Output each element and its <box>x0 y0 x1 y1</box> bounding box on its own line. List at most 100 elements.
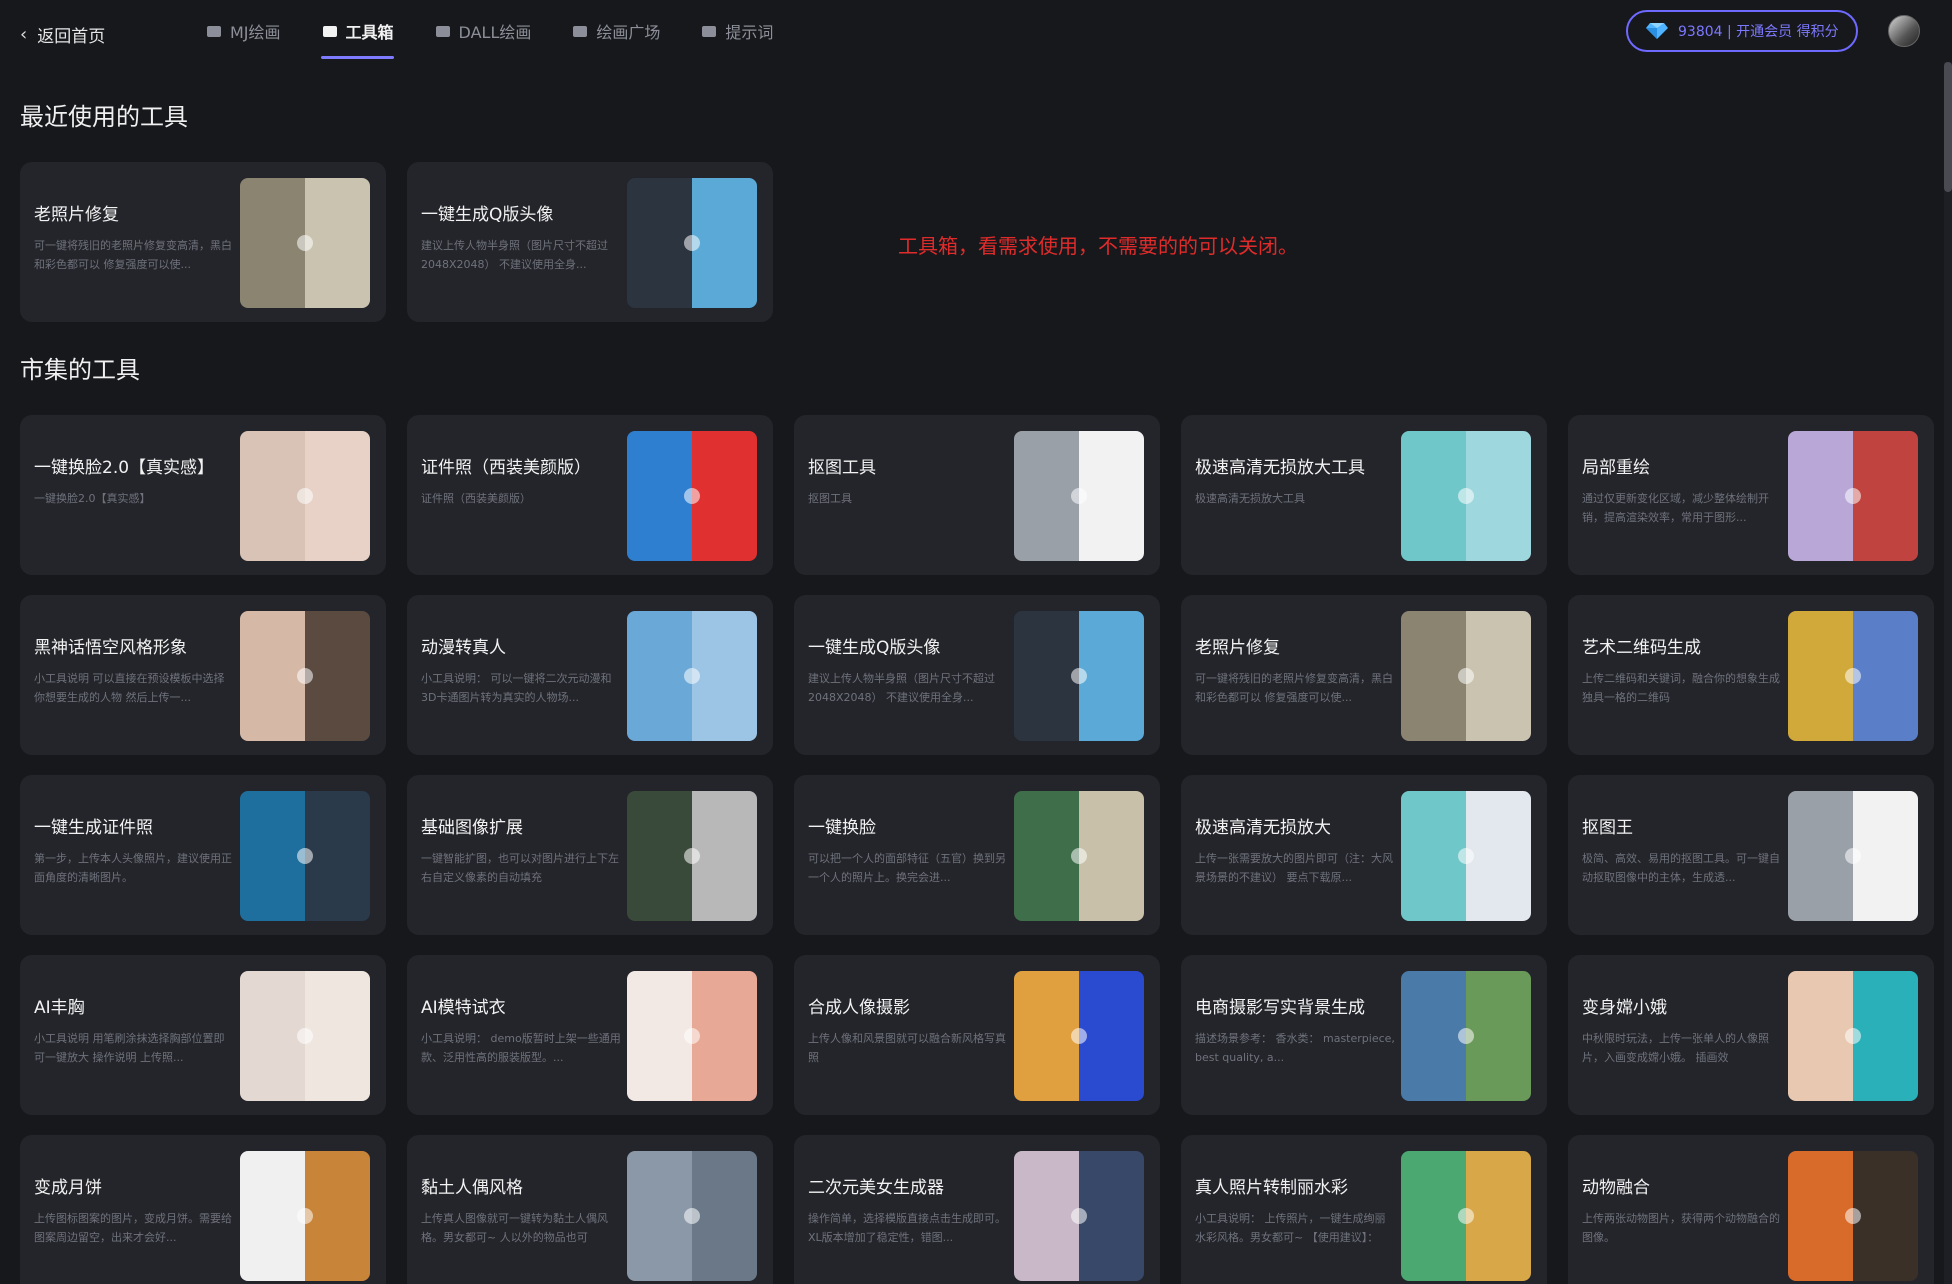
thumbnail-after <box>1466 1151 1531 1281</box>
compare-arrow-icon <box>684 668 700 684</box>
tool-card[interactable]: 一键生成Q版头像 建议上传人物半身照（图片尺寸不超过2048X2048） 不建议使… <box>794 595 1160 755</box>
tool-title: 极速高清无损放大 <box>1195 818 1331 838</box>
thumbnail-before <box>240 431 305 561</box>
thumbnail-before <box>1401 791 1466 921</box>
compare-arrow-icon <box>1458 668 1474 684</box>
tool-card[interactable]: AI模特试衣 小工具说明： demo版暂时上架一些通用款、泛用性高的服装版型。..… <box>407 955 773 1115</box>
back-home-link[interactable]: ‹ 返回首页 <box>20 22 105 47</box>
compare-arrow-icon <box>297 235 313 251</box>
tab-3[interactable]: 绘画广场 <box>571 0 660 62</box>
tool-title: 一键换脸2.0【真实感】 <box>34 458 215 478</box>
tool-card[interactable]: 极速高清无损放大工具 极速高清无损放大工具 <box>1181 415 1547 575</box>
tool-card[interactable]: 黏土人偶风格上传真人图像就可一键转为黏土人偶风格。男女都可~ 人以外的物品也可 <box>407 1135 773 1284</box>
tool-title: 证件照（西装美颜版） <box>421 458 591 478</box>
tool-card[interactable]: 黑神话悟空风格形象 小工具说明 可以直接在预设模板中选择你想要生成的人物 然后上传… <box>20 595 386 755</box>
tool-card[interactable]: 基础图像扩展 一键智能扩图，也可以对图片进行上下左右自定义像素的自动填充 <box>407 775 773 935</box>
compare-arrow-icon <box>297 848 313 864</box>
tool-card[interactable]: 动漫转真人 小工具说明： 可以一键将二次元动漫和3D卡通图片转为真实的人物场... <box>407 595 773 755</box>
palette-icon <box>434 22 452 40</box>
tool-description: 通过仅更新变化区域，减少整体绘制开销，提高渲染效率，常用于图形... <box>1582 492 1769 524</box>
tool-title: 老照片修复 <box>34 205 119 225</box>
thumbnail-after <box>1079 971 1144 1101</box>
thumbnail-after <box>305 791 370 921</box>
points-label: 93804 | 开通会员 得积分 <box>1678 24 1839 40</box>
chevron-left-icon: ‹ <box>20 23 28 45</box>
tool-card[interactable]: 动物融合 上传两张动物图片，获得两个动物融合的图像。 <box>1568 1135 1934 1284</box>
thumbnail-before <box>240 791 305 921</box>
tool-thumbnail <box>627 791 757 921</box>
tool-title: 黏土人偶风格 <box>421 1178 523 1198</box>
tool-card[interactable]: 老照片修复 可一键将残旧的老照片修复变高清，黑白和彩色都可以 修复强度可以使... <box>1181 595 1547 755</box>
page-scrollbar[interactable] <box>1944 62 1952 1284</box>
thumbnail-after <box>692 178 757 308</box>
tool-card[interactable]: 抠图王 极简、高效、易用的抠图工具。可一键自动抠取图像中的主体，生成透... <box>1568 775 1934 935</box>
recent-tools-title: 最近使用的工具 <box>20 103 188 131</box>
tool-card[interactable]: 变成月饼 上传图标图案的图片，变成月饼。需要给图案周边留空，出来才会好... <box>20 1135 386 1284</box>
top-bar: ‹ 返回首页 MJ绘画 工具箱 DALL绘画 绘画广场 提示词 93804 | 开通会员… <box>0 0 1952 62</box>
thumbnail-after <box>1466 431 1531 561</box>
thumbnail-before <box>627 611 692 741</box>
tool-card[interactable]: 电商摄影写实背景生成 描述场景参考： 香水类： masterpiece, best… <box>1181 955 1547 1115</box>
tool-description: 小工具说明： demo版暂时上架一些通用款、泛用性高的服装版型。... <box>421 1032 621 1064</box>
tab-label: MJ绘画 <box>230 23 281 42</box>
tool-title: AI丰胸 <box>34 998 85 1018</box>
thumbnail-before <box>627 971 692 1101</box>
tool-thumbnail <box>240 791 370 921</box>
tab-2[interactable]: DALL绘画 <box>434 0 531 62</box>
thumbnail-after <box>1079 431 1144 561</box>
thumbnail-before <box>627 431 692 561</box>
thumbnail-after <box>692 431 757 561</box>
tool-description: 操作简单，选择模版直接点击生成即可。XL版本增加了稳定性，错图... <box>808 1212 1006 1244</box>
compare-arrow-icon <box>684 1028 700 1044</box>
tool-title: 一键生成证件照 <box>34 818 153 838</box>
tool-thumbnail <box>1788 1151 1918 1281</box>
thumbnail-after <box>1853 1151 1918 1281</box>
user-avatar[interactable] <box>1888 15 1920 47</box>
thumbnail-after <box>1853 431 1918 561</box>
tab-1[interactable]: 工具箱 <box>320 0 394 62</box>
tool-thumbnail <box>1401 431 1531 561</box>
tab-0[interactable]: MJ绘画 <box>205 0 281 62</box>
scrollbar-thumb[interactable] <box>1944 62 1952 192</box>
tool-card[interactable]: 真人照片转制丽水彩 小工具说明： 上传照片，一键生成绚丽水彩风格。男女都可~ 【使… <box>1181 1135 1547 1284</box>
thumbnail-after <box>1466 971 1531 1101</box>
tool-card[interactable]: 一键生成Q版头像 建议上传人物半身照（图片尺寸不超过2048X2048） 不建议使… <box>407 162 773 322</box>
thumbnail-before <box>627 178 692 308</box>
tool-description: 可一键将残旧的老照片修复变高清，黑白和彩色都可以 修复强度可以使... <box>1195 672 1393 704</box>
main-nav: MJ绘画 工具箱 DALL绘画 绘画广场 提示词 <box>205 0 813 62</box>
tool-description: 第一步，上传本人头像照片，建议使用正面角度的清晰图片。 <box>34 852 232 884</box>
tool-card[interactable]: 一键换脸2.0【真实感】 一键换脸2.0【真实感】 <box>20 415 386 575</box>
tool-card[interactable]: 证件照（西装美颜版） 证件照（西装美颜版） <box>407 415 773 575</box>
thumbnail-after <box>692 791 757 921</box>
tool-title: 变身嫦小娥 <box>1582 998 1667 1018</box>
tool-card[interactable]: 极速高清无损放大 上传一张需要放大的图片即可（注：大风景场景的不建议） 要点下载原… <box>1181 775 1547 935</box>
thumbnail-after <box>305 1151 370 1281</box>
tool-card[interactable]: 一键生成证件照第一步，上传本人头像照片，建议使用正面角度的清晰图片。 <box>20 775 386 935</box>
points-vip-button[interactable]: 93804 | 开通会员 得积分 <box>1626 10 1858 52</box>
tool-card[interactable]: 二次元美女生成器操作简单，选择模版直接点击生成即可。XL版本增加了稳定性，错图.… <box>794 1135 1160 1284</box>
tab-label: 绘画广场 <box>596 23 661 42</box>
tool-description: 小工具说明 用笔刷涂抹选择胸部位置即可一键放大 操作说明 上传照... <box>34 1032 225 1064</box>
tool-description: 极速高清无损放大工具 <box>1195 492 1305 505</box>
tool-card[interactable]: AI丰胸小工具说明 用笔刷涂抹选择胸部位置即可一键放大 操作说明 上传照... <box>20 955 386 1115</box>
toolbox-notice: 工具箱，看需求使用，不需要的的可以关闭。 <box>898 234 1298 258</box>
tool-thumbnail <box>627 971 757 1101</box>
thumbnail-before <box>627 1151 692 1281</box>
tool-card[interactable]: 变身嫦小娥 中秋限时玩法，上传一张单人的人像照片，入画变成嫦小娥。 插画效 <box>1568 955 1934 1115</box>
tool-card[interactable]: 抠图工具 抠图工具 <box>794 415 1160 575</box>
tool-card[interactable]: 艺术二维码生成 上传二维码和关键词，融合你的想象生成独具一格的二维码 <box>1568 595 1934 755</box>
tool-card[interactable]: 局部重绘 通过仅更新变化区域，减少整体绘制开销，提高渲染效率，常用于图形... <box>1568 415 1934 575</box>
tool-card[interactable]: 一键换脸 可以把一个人的面部特征（五官）换到另一个人的照片上。换完会进... <box>794 775 1160 935</box>
thumbnail-before <box>1788 611 1853 741</box>
tab-4[interactable]: 提示词 <box>700 0 773 62</box>
compare-arrow-icon <box>297 1028 313 1044</box>
compare-arrow-icon <box>1845 1028 1861 1044</box>
thumbnail-before <box>1014 971 1079 1101</box>
tool-description: 上传两张动物图片，获得两个动物融合的图像。 <box>1582 1212 1780 1244</box>
tool-card[interactable]: 老照片修复 可一键将残旧的老照片修复变高清，黑白和彩色都可以 修复强度可以使... <box>20 162 386 322</box>
tool-card[interactable]: 合成人像摄影 上传人像和风景图就可以融合新风格写真照 <box>794 955 1160 1115</box>
compare-arrow-icon <box>297 1208 313 1224</box>
tool-description: 上传真人图像就可一键转为黏土人偶风格。男女都可~ 人以外的物品也可 <box>421 1212 608 1244</box>
tool-title: 二次元美女生成器 <box>808 1178 944 1198</box>
thumbnail-before <box>1401 1151 1466 1281</box>
